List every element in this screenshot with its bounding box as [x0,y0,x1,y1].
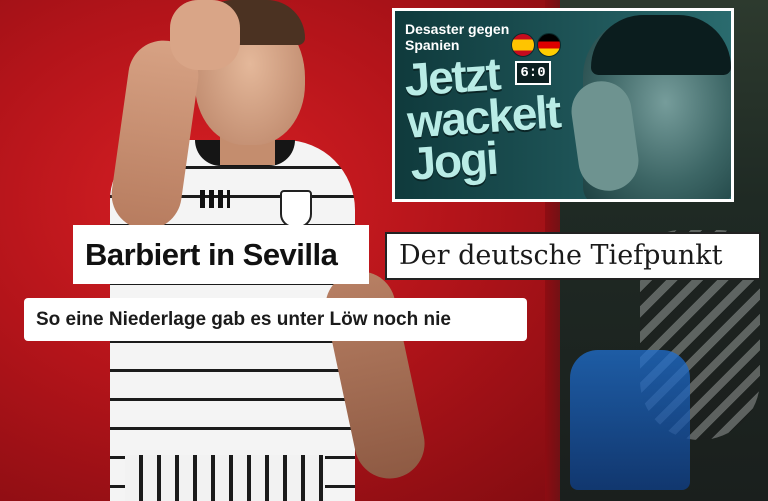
coach-hair [591,15,731,75]
cover-headline: Jetzt wackelt Jogi [402,47,562,190]
headline-box-niederlage: So eine Niederlage gab es unter Löw noch… [24,298,527,341]
headline-box-barbiert: Barbiert in Sevilla [73,225,369,284]
player-shorts [125,455,325,501]
cover-kicker: Desaster gegen Spanien [405,21,510,53]
player-hand [170,0,240,70]
photo-collage: Desaster gegen Spanien 6:0 Jetzt wackelt… [0,0,768,501]
blue-seat [570,350,690,490]
adidas-logo-icon [200,190,230,208]
newspaper-cover-inset: Desaster gegen Spanien 6:0 Jetzt wackelt… [392,8,734,202]
headline-box-tiefpunkt: Der deutsche Tiefpunkt [385,232,761,280]
dfb-crest-icon [280,190,312,228]
